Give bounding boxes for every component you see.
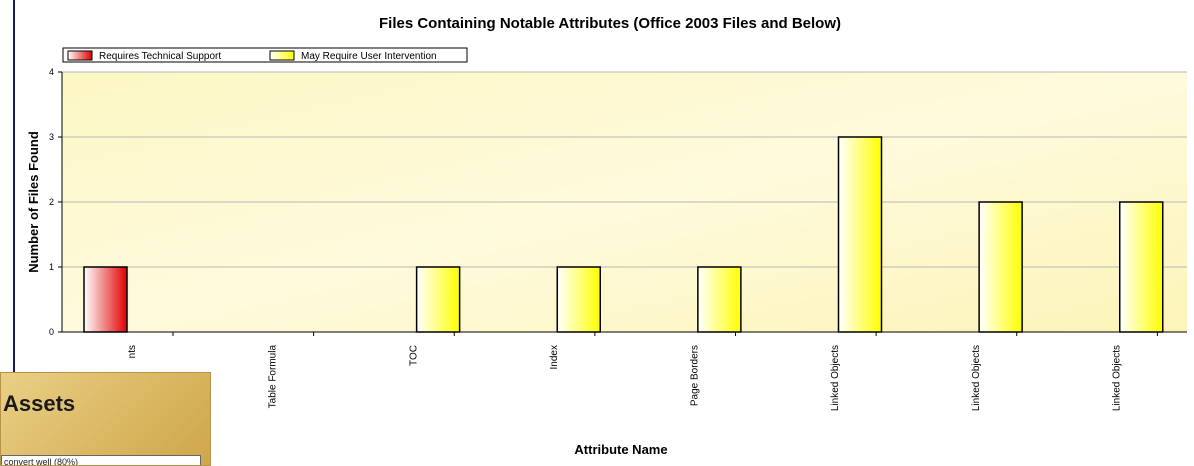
bar-may-require-user-intervention	[415, 266, 461, 333]
x-tick-label: Page Borders	[690, 345, 701, 406]
x-tick-label: Linked Objects	[971, 345, 982, 411]
y-tick-label: 0	[49, 327, 54, 337]
x-tick-label: Linked Objects	[830, 345, 841, 411]
x-tick-label: nts	[127, 345, 138, 358]
chart-title: Files Containing Notable Attributes (Off…	[379, 15, 841, 32]
assets-text-box: convert well (80%)	[1, 455, 201, 466]
legend-label-may-require-user-intervention: May Require User Intervention	[301, 51, 437, 62]
x-tick-labels: nts Table Formula TOC Index Page Borders Link…	[127, 332, 1158, 411]
bar-may-require-user-intervention	[697, 266, 742, 333]
y-axis-label: Number of Files Found	[26, 131, 41, 273]
assets-line-text: convert well (80%)	[4, 457, 79, 466]
chart-legend: Requires Technical Support May Require U…	[62, 47, 468, 63]
x-tick-label: Index	[549, 345, 560, 369]
assets-title: Assets	[3, 391, 76, 416]
bar-may-require-user-intervention	[837, 136, 883, 333]
y-tick-label: 2	[49, 197, 54, 207]
x-tick-label: Linked Objects	[1111, 345, 1122, 411]
bar-may-require-user-intervention	[1119, 201, 1164, 333]
bar-may-require-user-intervention	[978, 201, 1023, 333]
y-tick-label: 1	[49, 262, 54, 272]
assets-overlay-panel: Assets convert well (80%)	[0, 372, 211, 466]
legend-label-requires-technical-support: Requires Technical Support	[99, 51, 221, 62]
bar-may-require-user-intervention	[556, 266, 601, 333]
y-tick-label: 4	[49, 67, 54, 77]
legend-swatch-may-require-user-intervention	[269, 50, 295, 61]
legend-swatch-requires-technical-support	[67, 50, 93, 61]
x-tick-label: TOC	[408, 345, 419, 366]
x-tick-label: Table Formula	[268, 345, 279, 409]
x-axis-label: Attribute Name	[574, 442, 667, 457]
y-tick-label: 3	[49, 132, 54, 142]
y-ticks: 0 1 2 3 4	[49, 67, 62, 337]
bar-requires-technical-support	[83, 266, 128, 333]
